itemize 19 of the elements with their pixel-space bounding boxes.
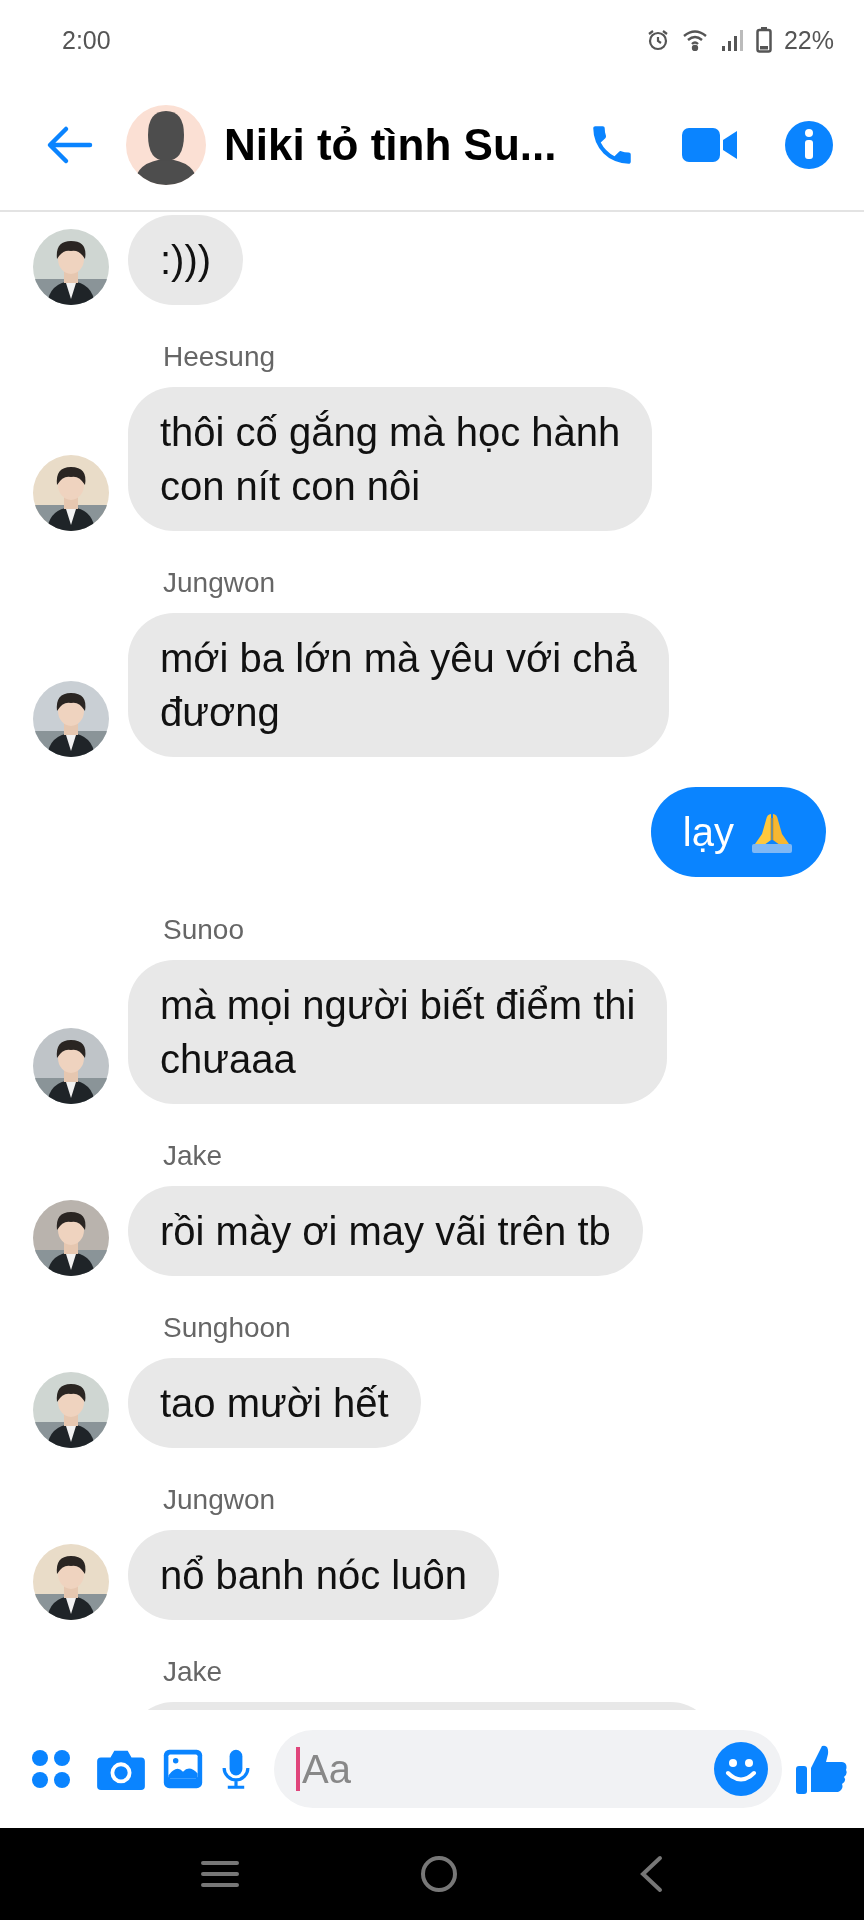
message-bubble: :))) xyxy=(128,215,244,305)
message-bubble: thôi cố gắng mà học hành con nít con nôi xyxy=(128,387,653,531)
message-text: lạy xyxy=(682,809,734,856)
sender-name: Sunoo xyxy=(163,913,245,947)
message-bubble: tao mười hết xyxy=(128,1358,421,1448)
message-bubble: rồi mày ơi may vãi trên tb xyxy=(128,1186,643,1276)
battery-level: 22% xyxy=(783,25,834,55)
message-bubble: nổ banh nóc luôn xyxy=(128,1530,499,1620)
message-bubble: mới ba lớn mà yêu với chả đương xyxy=(128,613,669,757)
sender-name: Jake xyxy=(163,1655,224,1689)
sender-name: Jungwon xyxy=(163,566,277,600)
chat-title: Niki tỏ tình Su... xyxy=(224,120,558,170)
message-input[interactable]: Aa xyxy=(274,1730,782,1808)
sender-name: Jake xyxy=(163,1139,224,1173)
sender-name: Sunghoon xyxy=(163,1311,292,1345)
message-bubble: mà mọi người biết điểm thi chưaaa xyxy=(128,960,668,1104)
sender-name: Jungwon xyxy=(163,1483,277,1517)
status-time: 2:00 xyxy=(62,25,111,55)
sender-name: Heesung xyxy=(163,340,277,374)
